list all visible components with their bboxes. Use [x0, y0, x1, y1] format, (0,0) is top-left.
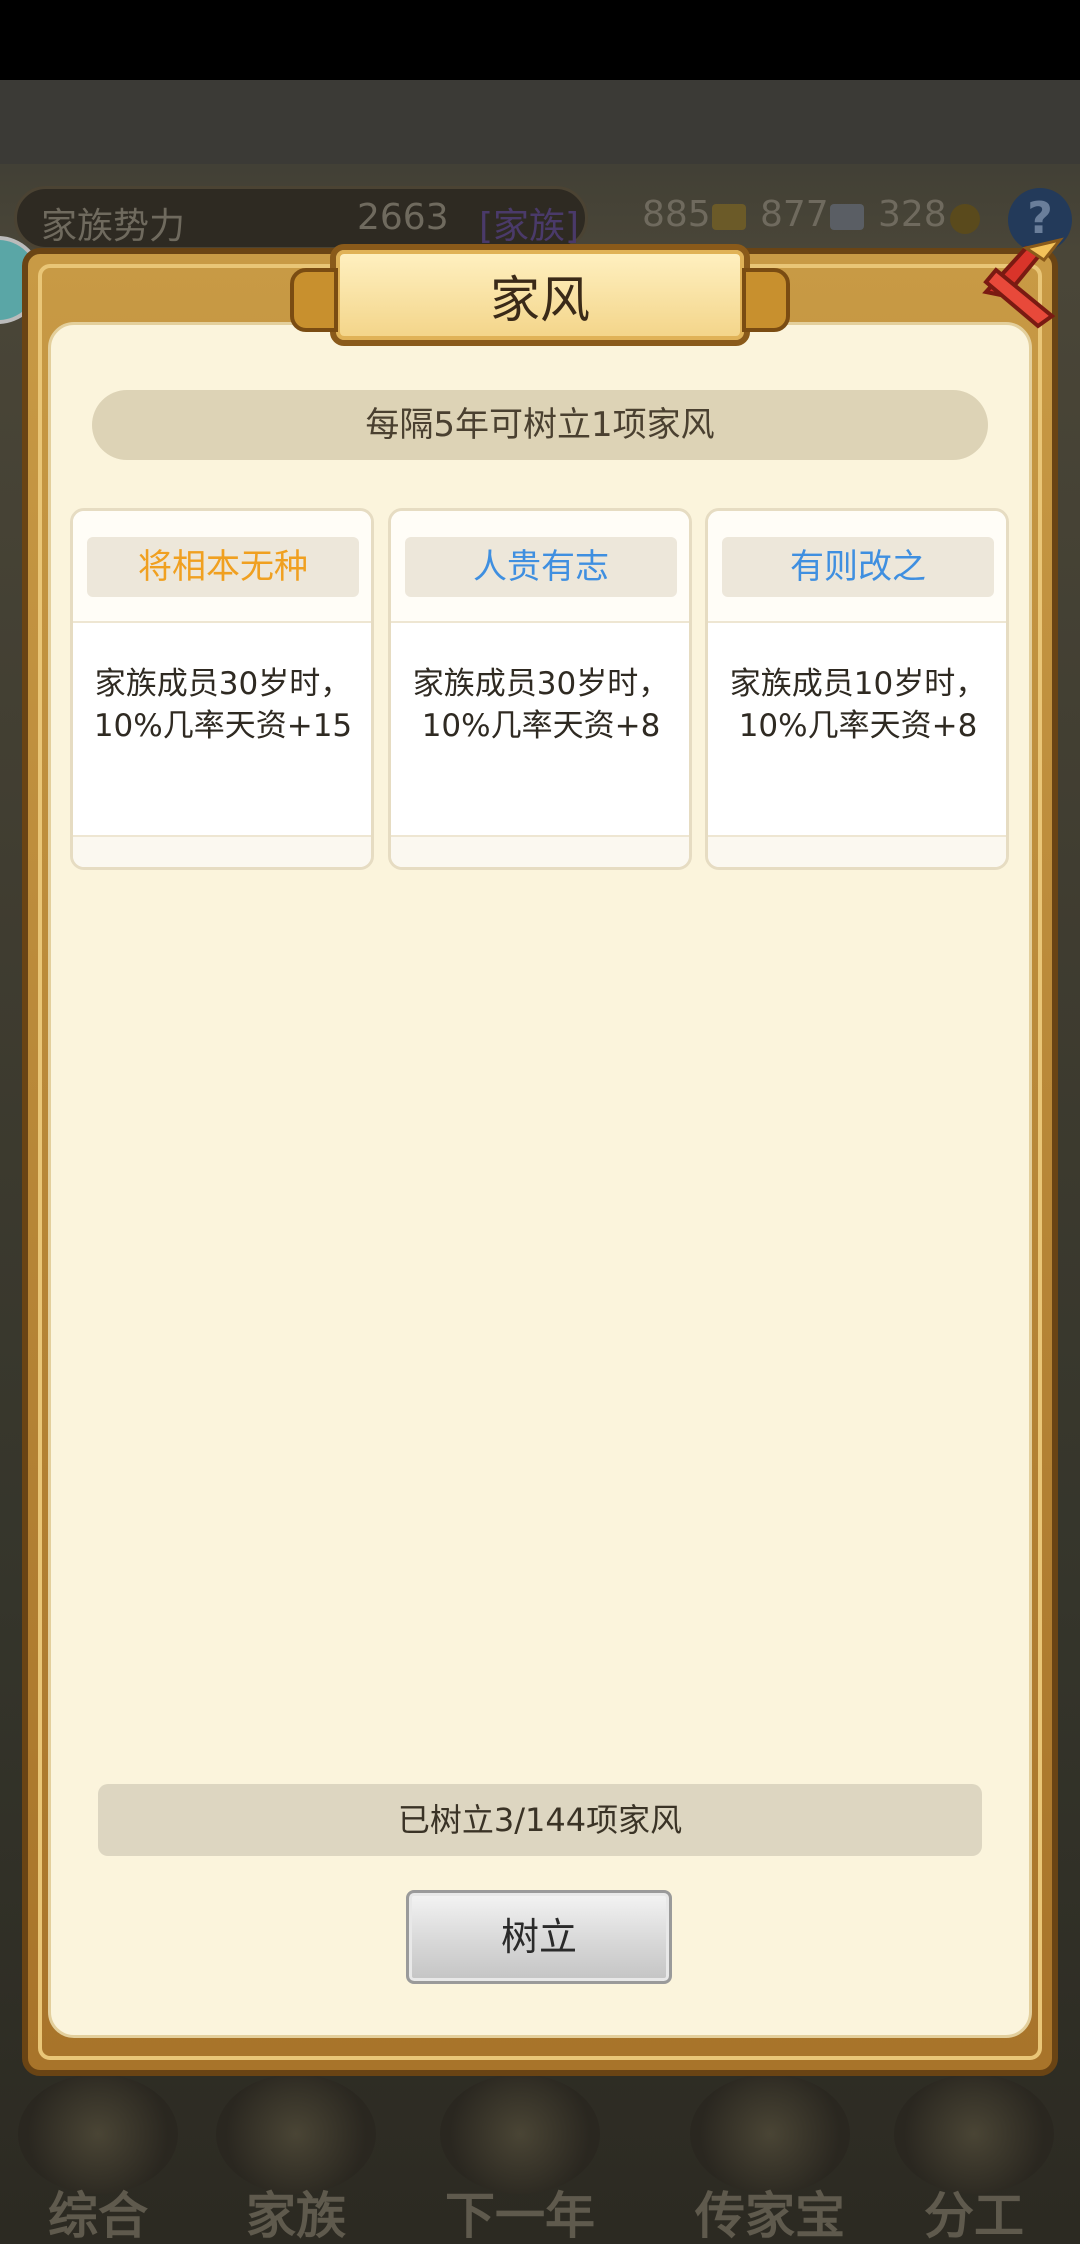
card-header: 将相本无种 — [73, 511, 371, 623]
silver-amount: 877 — [760, 194, 829, 235]
title-plaque: 家风 — [290, 244, 790, 346]
gold-bar-icon — [712, 204, 746, 230]
modal-title: 家风 — [490, 271, 590, 329]
silver-ingot-icon — [830, 204, 864, 230]
family-motto-card[interactable]: 有则改之 家族成员10岁时，10%几率天资+8 — [705, 508, 1009, 870]
card-description: 家族成员10岁时，10%几率天资+8 — [729, 666, 987, 744]
card-name: 人贵有志 — [405, 537, 677, 597]
family-influence-box: 家族势力 2663 [家族] — [14, 186, 588, 250]
card-header: 人贵有志 — [391, 511, 689, 623]
card-header: 有则改之 — [708, 511, 1006, 623]
establish-button[interactable]: 树立 — [406, 1890, 672, 1984]
nav-label: 家族 — [246, 2187, 346, 2244]
family-motto-card[interactable]: 将相本无种 家族成员30岁时，10%几率天资+15 — [70, 508, 374, 870]
bottom-nav: 综合 家族 下一年 传家宝 分工 — [0, 2070, 1080, 2244]
nav-assignment[interactable]: 分工 — [874, 2070, 1074, 2244]
close-button[interactable] — [956, 230, 1080, 340]
card-name: 有则改之 — [722, 537, 994, 597]
influence-tag: [家族] — [479, 206, 580, 247]
nav-next-year[interactable]: 下一年 — [420, 2070, 620, 2244]
nav-label: 下一年 — [445, 2187, 595, 2244]
card-description: 家族成员30岁时，10%几率天资+8 — [412, 666, 670, 744]
nav-label: 综合 — [48, 2187, 148, 2244]
influence-label: 家族势力 — [41, 206, 186, 247]
gold-amount: 885 — [642, 194, 711, 235]
nav-overview[interactable]: 综合 — [0, 2070, 198, 2244]
coin-amount: 328 — [878, 194, 947, 235]
card-description: 家族成员30岁时，10%几率天资+15 — [93, 666, 353, 744]
nav-heirloom[interactable]: 传家宝 — [670, 2070, 870, 2244]
family-motto-card[interactable]: 人贵有志 家族成员30岁时，10%几率天资+8 — [388, 508, 692, 870]
card-footer — [391, 835, 689, 867]
info-banner: 每隔5年可树立1项家风 — [92, 390, 988, 460]
card-footer — [708, 835, 1006, 867]
established-count: 已树立3/144项家风 — [98, 1784, 982, 1856]
nav-label: 分工 — [924, 2187, 1024, 2244]
card-footer — [73, 835, 371, 867]
nav-family[interactable]: 家族 — [196, 2070, 396, 2244]
background-top-bar — [0, 80, 1080, 164]
close-icon — [982, 237, 1064, 329]
influence-value: 2663 — [357, 197, 449, 238]
card-name: 将相本无种 — [87, 537, 359, 597]
status-bar — [0, 0, 1080, 80]
nav-label: 传家宝 — [695, 2187, 845, 2244]
